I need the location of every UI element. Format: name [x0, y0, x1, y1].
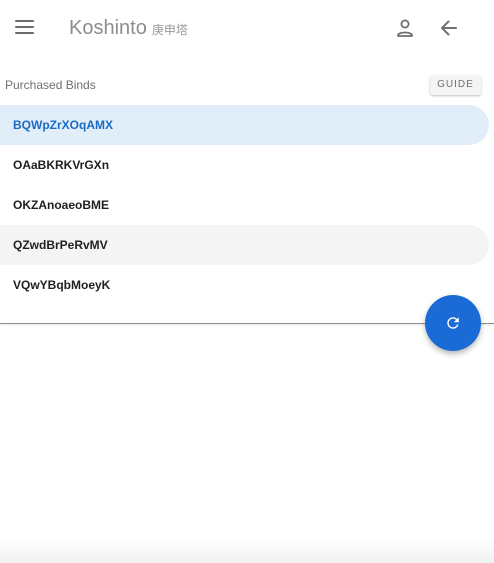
- bind-item[interactable]: OAaBKRKVrGXn: [0, 145, 489, 185]
- menu-icon[interactable]: [13, 17, 37, 39]
- bind-item[interactable]: QZwdBrPeRvMV: [0, 225, 489, 265]
- refresh-icon: [447, 317, 459, 329]
- bind-item[interactable]: BQWpZrXOqAMX: [0, 105, 489, 145]
- app-subtitle: 庚申塔: [151, 23, 188, 37]
- bind-item[interactable]: VQwYBqbMoeyK: [0, 265, 489, 305]
- bind-item[interactable]: OKZAnoaeoBME: [0, 185, 489, 225]
- arrow-back-icon[interactable]: [437, 16, 461, 40]
- section-label: Purchased Binds: [5, 78, 96, 92]
- bottom-shade: [0, 538, 494, 563]
- app-title-group: Koshinto 庚申塔: [69, 17, 188, 41]
- bind-item-label: BQWpZrXOqAMX: [13, 118, 113, 132]
- bind-item-label: OKZAnoaeoBME: [13, 198, 109, 212]
- guide-button[interactable]: GUIDE: [430, 75, 481, 95]
- app-title: Koshinto: [69, 17, 147, 39]
- bind-item-label: OAaBKRKVrGXn: [13, 158, 110, 172]
- refresh-button[interactable]: [425, 295, 481, 351]
- purchased-binds-panel: Purchased Binds GUIDE BQWpZrXOqAMX OAaBK…: [0, 56, 494, 324]
- app-bar: Koshinto 庚申塔: [0, 0, 494, 57]
- bind-item-label: VQwYBqbMoeyK: [13, 278, 111, 292]
- account-icon[interactable]: [393, 16, 417, 40]
- bind-item-label: QZwdBrPeRvMV: [13, 238, 108, 252]
